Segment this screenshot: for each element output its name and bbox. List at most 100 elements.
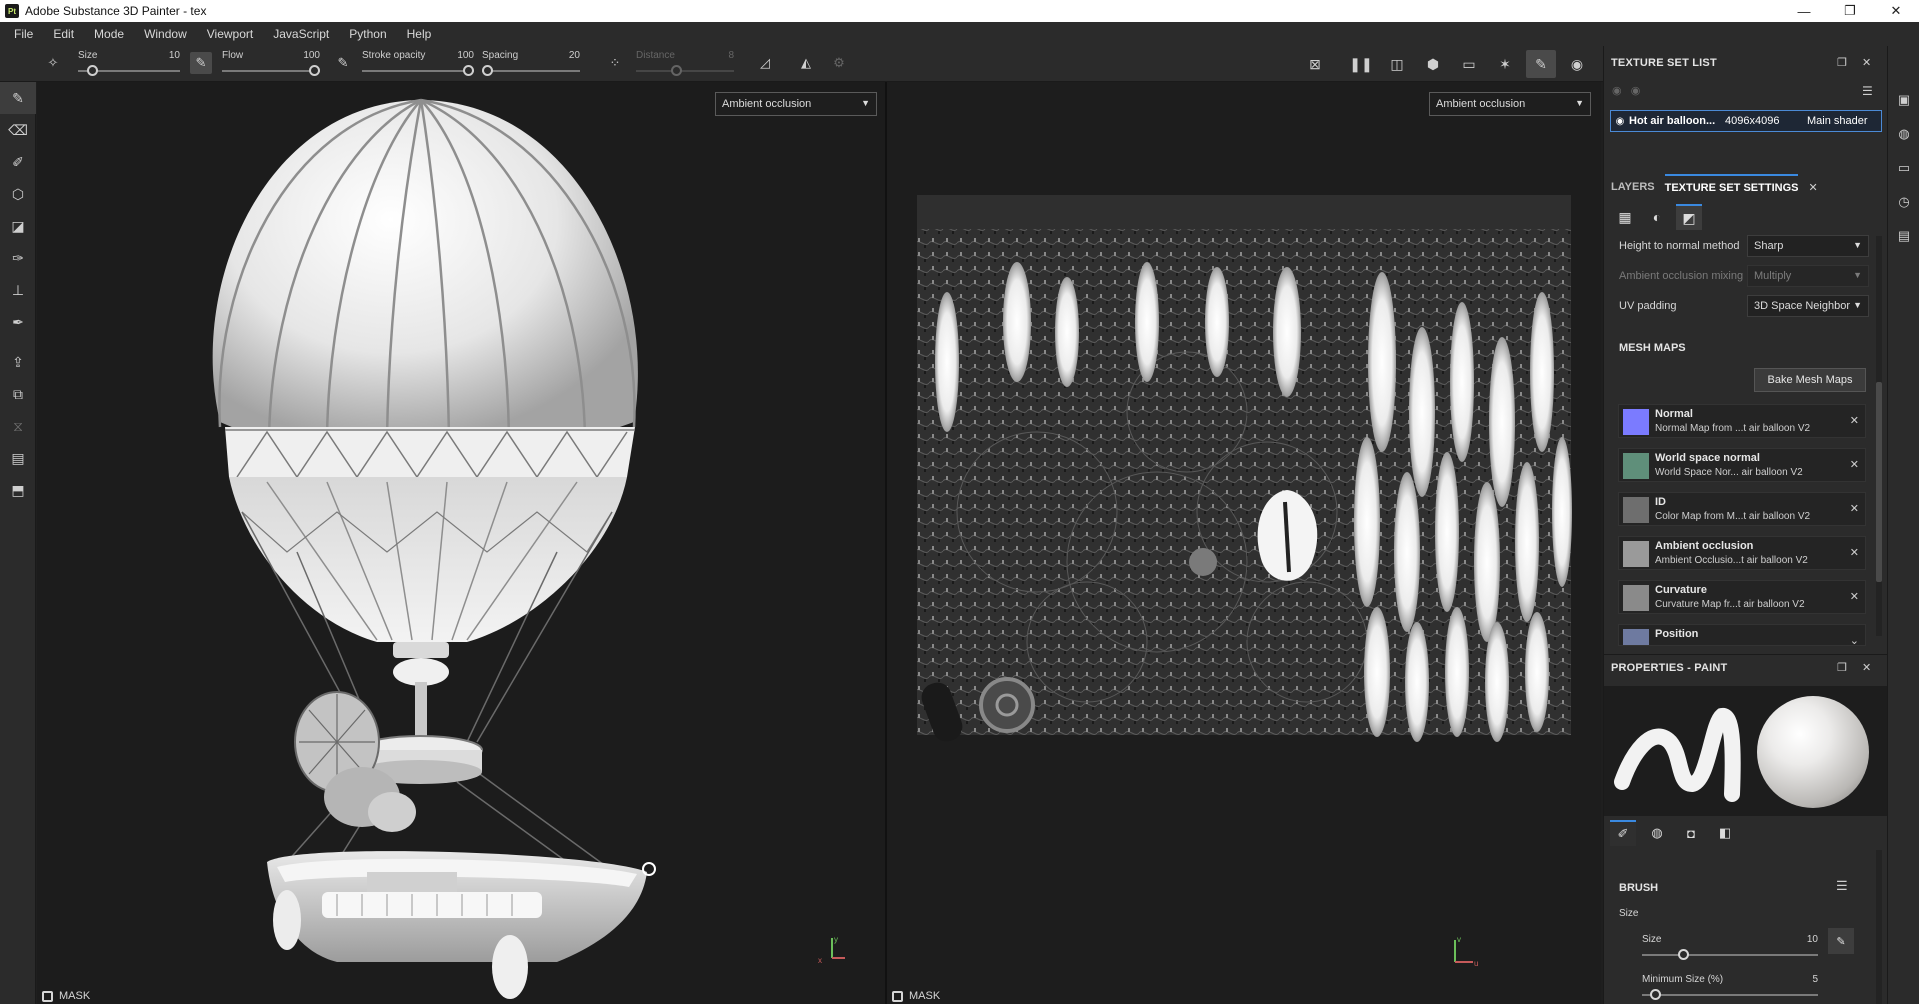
tab-layers[interactable]: LAYERS bbox=[1611, 174, 1655, 200]
viewport-3d[interactable]: Ambient occlusion ▼ x y MASK bbox=[37, 82, 885, 1004]
color-picker-icon[interactable]: ✒ bbox=[0, 306, 36, 338]
symmetry-settings-icon[interactable]: ⚙ bbox=[828, 52, 850, 74]
polygon-fill-icon[interactable]: ◪ bbox=[0, 210, 36, 242]
close-tab-icon[interactable]: ✕ bbox=[1808, 181, 1817, 194]
texture-set-list-dock-icon[interactable]: ▣ bbox=[1888, 84, 1919, 116]
display-settings-dock-icon[interactable]: ◍ bbox=[1888, 118, 1919, 150]
export-icon[interactable]: ⇪ bbox=[0, 346, 36, 378]
stroke-opacity-knob[interactable] bbox=[463, 65, 474, 76]
log-dock-icon[interactable]: ▤ bbox=[1888, 220, 1919, 252]
distance-knob[interactable] bbox=[670, 65, 682, 76]
mesh-map-item[interactable]: Ambient occlusion Ambient Occlusio...t ai… bbox=[1618, 536, 1866, 570]
tab-texture-set-settings[interactable]: TEXTURE SET SETTINGS bbox=[1664, 174, 1799, 200]
close-panel-icon[interactable]: ✕ bbox=[1862, 661, 1871, 674]
menu-window[interactable]: Window bbox=[134, 27, 197, 41]
texture-set-row[interactable]: ◉ Hot air balloon... 4096x4096 Main shad… bbox=[1610, 110, 1882, 132]
spacing-slider[interactable]: Spacing 20 bbox=[482, 48, 580, 80]
split-view-icon[interactable]: ◫ bbox=[1382, 50, 1412, 78]
iray-icon[interactable]: ⧖ bbox=[0, 410, 36, 442]
viewport-2d[interactable]: Ambient occlusion ▼ v u MASK bbox=[887, 82, 1601, 1004]
display-mode-icon[interactable]: ⬢ bbox=[1418, 50, 1448, 78]
menu-edit[interactable]: Edit bbox=[43, 27, 84, 41]
history-dock-icon[interactable]: ◷ bbox=[1888, 186, 1919, 218]
size-slider[interactable]: Size 10 bbox=[78, 48, 180, 80]
mesh-map-item[interactable]: Position ⌄ bbox=[1618, 624, 1866, 646]
brush-menu-icon[interactable]: ☰ bbox=[1836, 878, 1848, 894]
mesh-map-thumbnail[interactable] bbox=[1623, 541, 1649, 567]
minimize-button[interactable]: — bbox=[1781, 0, 1827, 22]
lighting-icon[interactable]: ✶ bbox=[1490, 50, 1520, 78]
alignment-icon[interactable]: ◿ bbox=[754, 52, 776, 74]
menu-help[interactable]: Help bbox=[397, 27, 442, 41]
menu-javascript[interactable]: JavaScript bbox=[263, 27, 339, 41]
eraser-icon[interactable]: ⌫ bbox=[0, 114, 36, 146]
tab-stencil-icon[interactable]: ◘ bbox=[1678, 820, 1704, 846]
mesh-map-thumbnail[interactable] bbox=[1623, 497, 1649, 523]
mesh-map-thumbnail[interactable] bbox=[1623, 409, 1649, 435]
maximize-button[interactable]: ❐ bbox=[1827, 0, 1873, 22]
remove-map-icon[interactable]: ✕ bbox=[1850, 458, 1859, 471]
menu-viewport[interactable]: Viewport bbox=[197, 27, 263, 41]
minimum-size-knob[interactable] bbox=[1650, 989, 1662, 1000]
mesh-map-item[interactable]: Normal Normal Map from ...t air balloon V… bbox=[1618, 404, 1866, 438]
tab-brush-icon[interactable]: ✐ bbox=[1610, 820, 1636, 846]
spacing-knob[interactable] bbox=[482, 65, 493, 76]
flow-slider[interactable]: Flow 100 bbox=[222, 48, 320, 80]
remove-map-icon[interactable]: ✕ bbox=[1850, 546, 1859, 559]
shelf-dock-icon[interactable]: ▭ bbox=[1888, 152, 1919, 184]
mesh-map-item[interactable]: World space normal World Space Nor... air… bbox=[1618, 448, 1866, 482]
mask-toggle-3d[interactable]: MASK bbox=[42, 990, 90, 1002]
projection-icon[interactable]: ✐ bbox=[0, 146, 36, 178]
paint-brush-icon[interactable]: ✎ bbox=[0, 82, 36, 114]
tab-texture-icon[interactable]: ▦ bbox=[1612, 204, 1638, 230]
height-to-normal-select[interactable]: Sharp ▼ bbox=[1747, 235, 1869, 257]
remove-map-icon[interactable]: ✕ bbox=[1850, 590, 1859, 603]
geometry-fill-icon[interactable]: ⬡ bbox=[0, 178, 36, 210]
close-panel-icon[interactable]: ✕ bbox=[1862, 56, 1871, 69]
smudge-icon[interactable]: ✑ bbox=[0, 242, 36, 274]
clone-stamp-icon[interactable]: ⊥ bbox=[0, 274, 36, 306]
ao-mixing-select[interactable]: Multiply ▼ bbox=[1747, 265, 1869, 287]
stroke-opacity-slider[interactable]: Stroke opacity 100 bbox=[362, 48, 474, 80]
float-panel-icon[interactable]: ❐ bbox=[1837, 661, 1847, 674]
camera-lock-icon[interactable]: ⊠ bbox=[1300, 50, 1330, 78]
menu-python[interactable]: Python bbox=[339, 27, 396, 41]
size-pen-pressure-icon[interactable]: ✎ bbox=[1828, 928, 1854, 954]
pause-icon[interactable]: ❚❚ bbox=[1346, 50, 1376, 78]
mesh-map-thumbnail[interactable] bbox=[1623, 585, 1649, 611]
display-settings-icon[interactable]: ▤ bbox=[0, 442, 36, 474]
tab-material-fill-icon[interactable]: ◧ bbox=[1712, 820, 1738, 846]
symmetry-icon[interactable]: ◭ bbox=[795, 52, 817, 74]
pen-pressure-icon[interactable]: ✎ bbox=[190, 52, 212, 74]
tab-alpha-icon[interactable]: ◍ bbox=[1644, 820, 1670, 846]
camera-icon[interactable]: ▭ bbox=[1454, 50, 1484, 78]
plugins-icon[interactable]: ⬒ bbox=[0, 474, 36, 506]
bake-icon[interactable]: ⧉ bbox=[0, 378, 36, 410]
close-window-button[interactable]: ✕ bbox=[1873, 0, 1919, 22]
mask-toggle-2d[interactable]: MASK bbox=[892, 990, 940, 1002]
size-knob[interactable] bbox=[87, 65, 99, 76]
list-menu-icon[interactable]: ☰ bbox=[1862, 84, 1873, 98]
menu-file[interactable]: File bbox=[4, 27, 43, 41]
lazy-mouse-toggle-icon[interactable]: ⁘ bbox=[604, 52, 626, 74]
float-panel-icon[interactable]: ❐ bbox=[1837, 56, 1847, 69]
visibility-icons[interactable]: ◉ ◉ bbox=[1612, 84, 1640, 97]
eye-icon[interactable]: ◉ bbox=[1611, 116, 1629, 127]
chevron-down-icon[interactable]: ⌄ bbox=[1850, 634, 1859, 645]
remove-map-icon[interactable]: ✕ bbox=[1850, 502, 1859, 515]
tab-uv-icon[interactable]: ◩ bbox=[1676, 204, 1702, 230]
flow-pressure-icon[interactable]: ✎ bbox=[332, 52, 354, 74]
mesh-map-item[interactable]: ID Color Map from M...t air balloon V2 ✕ bbox=[1618, 492, 1866, 526]
bake-mesh-maps-button[interactable]: Bake Mesh Maps bbox=[1754, 368, 1866, 392]
flow-knob[interactable] bbox=[309, 65, 320, 76]
lazy-mouse-icon[interactable]: ✧ bbox=[42, 52, 64, 74]
remove-map-icon[interactable]: ✕ bbox=[1850, 414, 1859, 427]
paint-mode-icon[interactable]: ✎ bbox=[1526, 50, 1556, 78]
tab-material-icon[interactable]: ◐ bbox=[1644, 204, 1670, 230]
settings-scroll-thumb[interactable] bbox=[1876, 382, 1882, 582]
distance-slider[interactable]: Distance 8 bbox=[636, 48, 734, 80]
mesh-map-thumbnail[interactable] bbox=[1623, 629, 1649, 645]
menu-mode[interactable]: Mode bbox=[84, 27, 134, 41]
uv-padding-select[interactable]: 3D Space Neighbor ▼ bbox=[1747, 295, 1869, 317]
mesh-map-thumbnail[interactable] bbox=[1623, 453, 1649, 479]
